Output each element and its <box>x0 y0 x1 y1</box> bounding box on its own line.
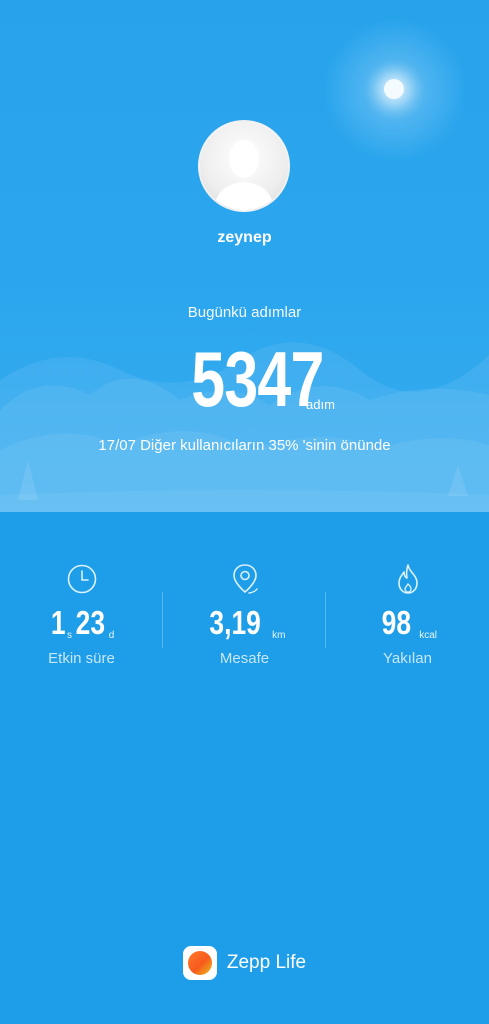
calories-label: Yakılan <box>383 650 432 667</box>
username[interactable]: zeynep <box>0 229 489 247</box>
steps-rank-text: 17/07 Diğer kullanıcıların 35% 'sinin ön… <box>98 437 391 454</box>
active-time-minutes: 23 <box>75 604 106 641</box>
flame-icon <box>397 564 418 594</box>
stat-calories[interactable]: 98 kcal Yakılan <box>326 562 489 667</box>
avatar[interactable] <box>198 120 290 212</box>
calories-value: 98 <box>381 604 412 641</box>
active-time-label: Etkin süre <box>48 650 115 667</box>
active-time-hours-unit: s <box>67 630 73 641</box>
brand-name: Zepp Life <box>226 952 307 973</box>
active-time-minutes-unit: d <box>108 630 115 641</box>
active-time-hours: 1 <box>50 604 66 641</box>
distance-unit: km <box>272 630 286 641</box>
clock-icon <box>67 564 96 594</box>
distance-label: Mesafe <box>219 650 270 667</box>
location-pin-icon <box>232 564 258 594</box>
calories-unit: kcal <box>419 630 437 641</box>
sun-icon <box>384 79 404 99</box>
steps-label: Bugünkü adımlar <box>187 304 302 321</box>
app-brand: Zepp Life <box>0 946 489 980</box>
steps-value: 5347 <box>191 335 324 423</box>
stat-active-time[interactable]: 1 s 23 d Etkin süre <box>0 562 163 667</box>
stat-distance[interactable]: 3,19 km Mesafe <box>163 562 326 667</box>
distance-value: 3,19 <box>209 604 262 641</box>
header-sky-background <box>0 0 489 512</box>
stats-row: 1 s 23 d Etkin süre 3,19 km Mesafe 98 kc… <box>0 562 489 682</box>
steps-count[interactable]: 5347 adım <box>0 338 489 420</box>
default-avatar-icon <box>214 140 274 210</box>
zepp-life-logo <box>182 946 217 980</box>
